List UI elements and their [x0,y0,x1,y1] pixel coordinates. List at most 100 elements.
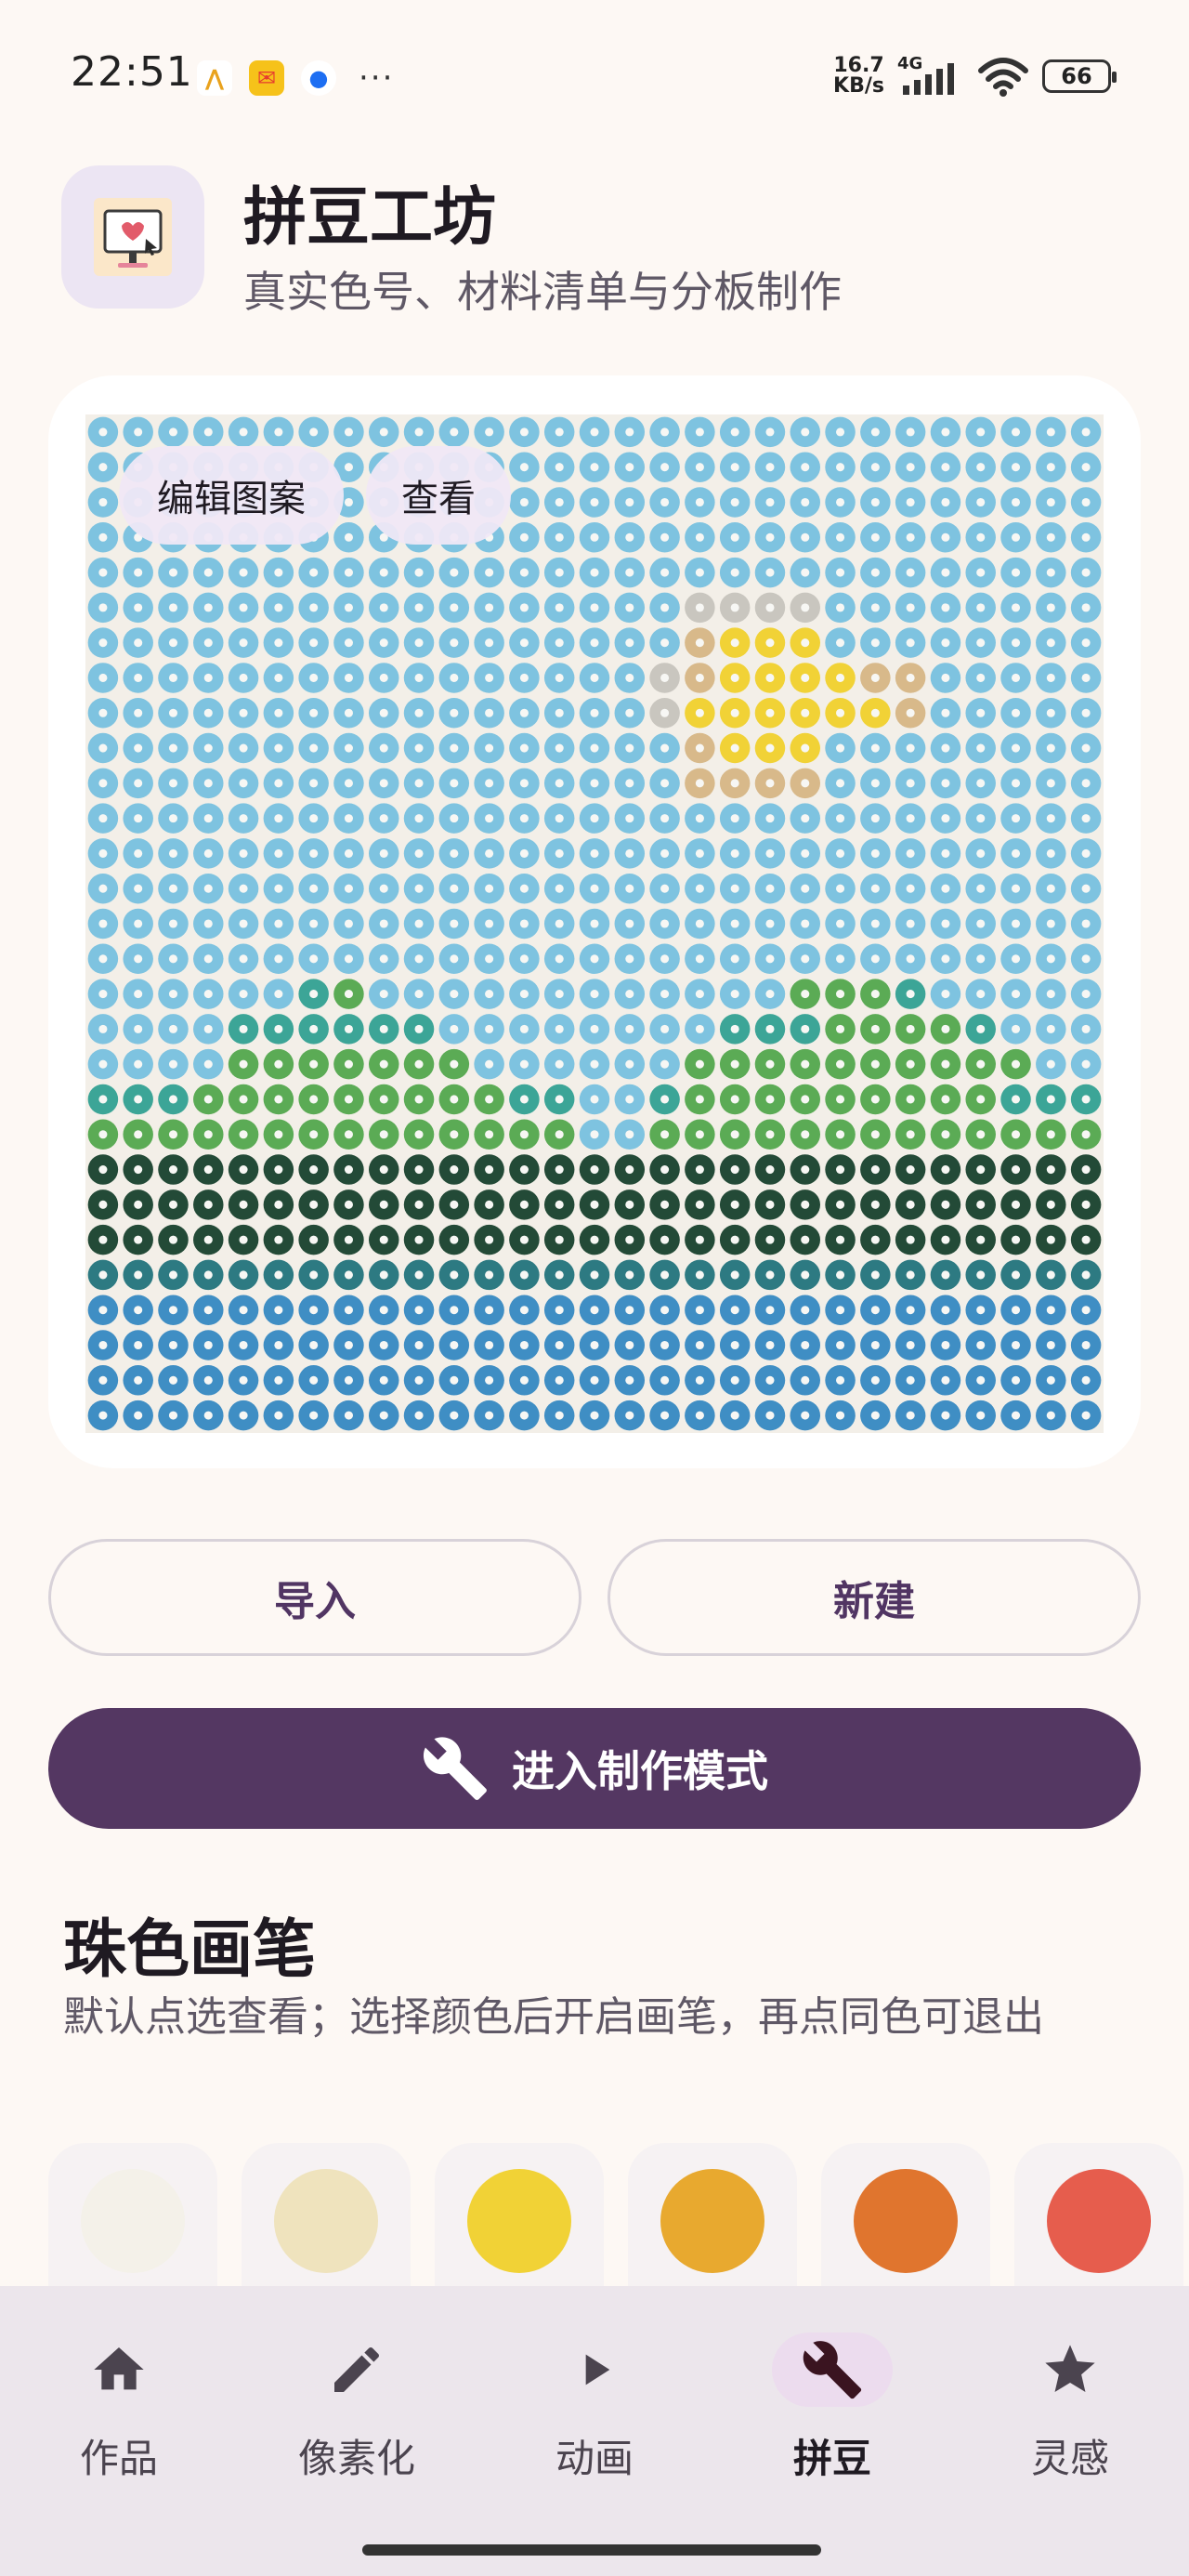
bead-hole [1011,673,1021,682]
pencil-icon [334,2346,380,2392]
bead-hole [555,954,564,964]
bead-hole [274,427,283,437]
bead-hole [1081,1306,1091,1315]
bead-hole [555,708,564,717]
color-swatch[interactable] [1014,2143,1183,2292]
edit-pattern-button[interactable]: 编辑图案 [119,446,344,545]
bead-hole [870,708,880,717]
bead-hole [660,427,670,437]
bead-hole [1081,1411,1091,1420]
color-swatch[interactable] [628,2143,797,2292]
bead-hole [1046,779,1055,788]
nav-item-beads[interactable]: 拼豆 [713,2286,951,2537]
bead-hole [801,568,810,577]
bead-hole [906,1200,915,1209]
bead-hole [168,568,178,577]
bead-hole [414,1024,424,1033]
bead-hole [519,568,529,577]
bead-hole [906,1340,915,1350]
bead-hole [379,1306,388,1315]
bead-hole [976,1200,986,1209]
bead-hole [134,990,143,999]
bead-hole [1011,427,1021,437]
bead-hole [976,779,986,788]
bead-hole [203,1375,213,1385]
nav-item-inspiration[interactable]: 灵感 [951,2286,1189,2537]
bead-hole [836,1059,845,1069]
bead-hole [730,1130,739,1139]
bead-hole [485,1024,494,1033]
nav-icon-wrap [59,2333,179,2407]
bead-hole [976,532,986,542]
create-button[interactable]: 新建 [608,1539,1141,1656]
bead-grid[interactable] [85,414,1104,1433]
color-swatch[interactable] [242,2143,411,2292]
bead-hole [590,1200,599,1209]
color-swatch[interactable] [48,2143,217,2292]
nav-item-pixelate[interactable]: 像素化 [238,2286,476,2537]
bead-hole [801,708,810,717]
bead-hole [906,848,915,858]
bead-hole [168,1306,178,1315]
bead-hole [801,1200,810,1209]
view-button[interactable]: 查看 [366,446,511,545]
bead-hole [1081,1200,1091,1209]
bead-hole [590,1024,599,1033]
bead-hole [625,743,634,753]
bead-hole [836,1411,845,1420]
bead-hole [414,814,424,823]
bead-hole [730,532,739,542]
bead-hole [519,497,529,507]
bead-hole [168,1165,178,1175]
import-button[interactable]: 导入 [48,1539,581,1656]
bead-hole [1081,848,1091,858]
bead-hole [309,779,319,788]
bead-hole [1011,1200,1021,1209]
bead-hole [134,779,143,788]
app-subtitle: 真实色号、材料清单与分板制作 [243,267,842,317]
bead-hole [730,638,739,648]
bead-hole [695,708,704,717]
bead-board[interactable] [85,414,1104,1433]
bead-hole [625,497,634,507]
bead-hole [98,532,108,542]
bead-hole [555,919,564,928]
bead-hole [730,1340,739,1350]
bead-hole [765,532,775,542]
bead-hole [239,1130,248,1139]
bead-hole [801,532,810,542]
bead-hole [1046,919,1055,928]
bead-hole [836,1270,845,1280]
bead-hole [1011,990,1021,999]
bead-hole [941,603,950,612]
bead-hole [414,1270,424,1280]
bead-hole [344,1095,353,1104]
bead-hole [976,1165,986,1175]
bead-hole [625,638,634,648]
bead-hole [730,1235,739,1244]
bead-hole [625,568,634,577]
bead-hole [976,603,986,612]
color-swatch[interactable] [821,2143,990,2292]
bead-hole [344,743,353,753]
bead-hole [239,1095,248,1104]
bead-hole [519,884,529,893]
nav-item-animation[interactable]: 动画 [476,2286,713,2537]
bead-hole [450,603,459,612]
color-swatch[interactable] [435,2143,604,2292]
color-swatch-dot [274,2169,378,2273]
bead-hole [801,1059,810,1069]
bead-hole [98,884,108,893]
bead-hole [801,1306,810,1315]
bead-hole [625,990,634,999]
bead-hole [1081,1059,1091,1069]
bead-hole [519,638,529,648]
bead-hole [414,1095,424,1104]
nav-item-works[interactable]: 作品 [0,2286,238,2537]
bead-hole [730,1200,739,1209]
bead-hole [695,1340,704,1350]
bead-hole [836,1340,845,1350]
bead-hole [765,1130,775,1139]
enter-make-mode-button[interactable]: 进入制作模式 [48,1708,1141,1829]
bead-hole [168,1059,178,1069]
